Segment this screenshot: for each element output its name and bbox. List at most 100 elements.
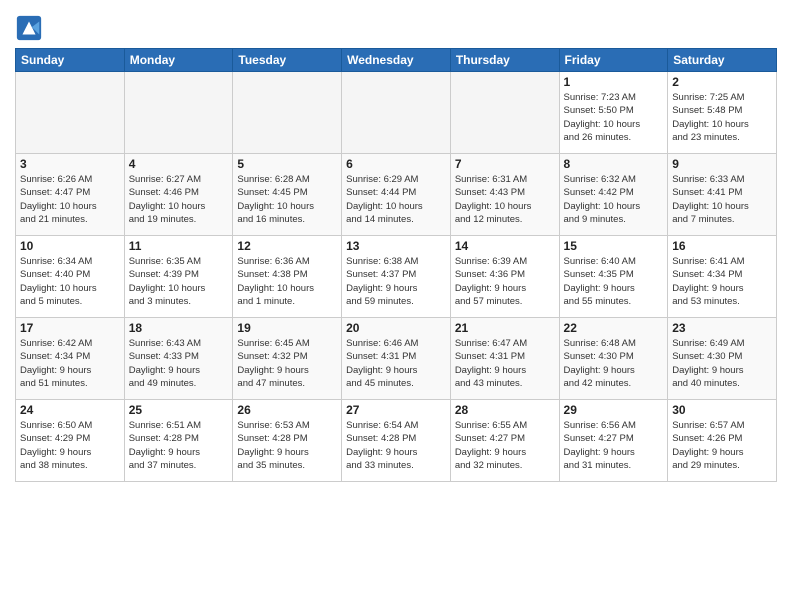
calendar-cell: 24 Sunrise: 6:50 AM Sunset: 4:29 PM Dayli… <box>16 400 125 482</box>
day-info: Sunrise: 6:45 AM Sunset: 4:32 PM Dayligh… <box>237 337 337 390</box>
calendar-cell: 14 Sunrise: 6:39 AM Sunset: 4:36 PM Dayli… <box>450 236 559 318</box>
day-info: Sunrise: 6:54 AM Sunset: 4:28 PM Dayligh… <box>346 419 446 472</box>
page: SundayMondayTuesdayWednesdayThursdayFrid… <box>0 0 792 612</box>
calendar-cell: 9 Sunrise: 6:33 AM Sunset: 4:41 PM Daylig… <box>668 154 777 236</box>
day-number: 21 <box>455 321 555 335</box>
calendar-cell: 11 Sunrise: 6:35 AM Sunset: 4:39 PM Dayli… <box>124 236 233 318</box>
calendar-cell: 18 Sunrise: 6:43 AM Sunset: 4:33 PM Dayli… <box>124 318 233 400</box>
day-number: 27 <box>346 403 446 417</box>
day-number: 11 <box>129 239 229 253</box>
day-info: Sunrise: 6:42 AM Sunset: 4:34 PM Dayligh… <box>20 337 120 390</box>
day-number: 18 <box>129 321 229 335</box>
day-number: 5 <box>237 157 337 171</box>
calendar-cell: 4 Sunrise: 6:27 AM Sunset: 4:46 PM Daylig… <box>124 154 233 236</box>
day-number: 16 <box>672 239 772 253</box>
calendar-cell: 29 Sunrise: 6:56 AM Sunset: 4:27 PM Dayli… <box>559 400 668 482</box>
logo <box>15 14 47 42</box>
calendar-cell <box>450 72 559 154</box>
day-info: Sunrise: 6:34 AM Sunset: 4:40 PM Dayligh… <box>20 255 120 308</box>
calendar-cell: 17 Sunrise: 6:42 AM Sunset: 4:34 PM Dayli… <box>16 318 125 400</box>
day-info: Sunrise: 6:47 AM Sunset: 4:31 PM Dayligh… <box>455 337 555 390</box>
day-info: Sunrise: 6:40 AM Sunset: 4:35 PM Dayligh… <box>564 255 664 308</box>
day-info: Sunrise: 6:46 AM Sunset: 4:31 PM Dayligh… <box>346 337 446 390</box>
day-number: 14 <box>455 239 555 253</box>
calendar-cell: 27 Sunrise: 6:54 AM Sunset: 4:28 PM Dayli… <box>342 400 451 482</box>
calendar-cell: 20 Sunrise: 6:46 AM Sunset: 4:31 PM Dayli… <box>342 318 451 400</box>
day-info: Sunrise: 7:23 AM Sunset: 5:50 PM Dayligh… <box>564 91 664 144</box>
weekday-sunday: Sunday <box>16 49 125 72</box>
day-info: Sunrise: 6:28 AM Sunset: 4:45 PM Dayligh… <box>237 173 337 226</box>
calendar-cell: 2 Sunrise: 7:25 AM Sunset: 5:48 PM Daylig… <box>668 72 777 154</box>
day-number: 20 <box>346 321 446 335</box>
day-info: Sunrise: 6:26 AM Sunset: 4:47 PM Dayligh… <box>20 173 120 226</box>
day-info: Sunrise: 6:57 AM Sunset: 4:26 PM Dayligh… <box>672 419 772 472</box>
day-number: 13 <box>346 239 446 253</box>
day-info: Sunrise: 6:38 AM Sunset: 4:37 PM Dayligh… <box>346 255 446 308</box>
day-number: 22 <box>564 321 664 335</box>
day-number: 23 <box>672 321 772 335</box>
day-number: 12 <box>237 239 337 253</box>
day-number: 9 <box>672 157 772 171</box>
calendar-cell: 21 Sunrise: 6:47 AM Sunset: 4:31 PM Dayli… <box>450 318 559 400</box>
week-row-5: 24 Sunrise: 6:50 AM Sunset: 4:29 PM Dayli… <box>16 400 777 482</box>
day-info: Sunrise: 6:32 AM Sunset: 4:42 PM Dayligh… <box>564 173 664 226</box>
day-info: Sunrise: 6:31 AM Sunset: 4:43 PM Dayligh… <box>455 173 555 226</box>
calendar-cell: 1 Sunrise: 7:23 AM Sunset: 5:50 PM Daylig… <box>559 72 668 154</box>
day-number: 2 <box>672 75 772 89</box>
day-info: Sunrise: 6:53 AM Sunset: 4:28 PM Dayligh… <box>237 419 337 472</box>
calendar-cell: 22 Sunrise: 6:48 AM Sunset: 4:30 PM Dayli… <box>559 318 668 400</box>
weekday-header-row: SundayMondayTuesdayWednesdayThursdayFrid… <box>16 49 777 72</box>
week-row-1: 1 Sunrise: 7:23 AM Sunset: 5:50 PM Daylig… <box>16 72 777 154</box>
day-number: 6 <box>346 157 446 171</box>
week-row-4: 17 Sunrise: 6:42 AM Sunset: 4:34 PM Dayli… <box>16 318 777 400</box>
day-number: 19 <box>237 321 337 335</box>
day-number: 3 <box>20 157 120 171</box>
day-info: Sunrise: 6:49 AM Sunset: 4:30 PM Dayligh… <box>672 337 772 390</box>
week-row-2: 3 Sunrise: 6:26 AM Sunset: 4:47 PM Daylig… <box>16 154 777 236</box>
calendar-cell: 28Sunrise: 6:55 AM Sunset: 4:27 PM Dayli… <box>450 400 559 482</box>
day-number: 29 <box>564 403 664 417</box>
day-number: 1 <box>564 75 664 89</box>
day-info: Sunrise: 6:48 AM Sunset: 4:30 PM Dayligh… <box>564 337 664 390</box>
calendar-cell <box>16 72 125 154</box>
day-number: 15 <box>564 239 664 253</box>
header <box>15 10 777 42</box>
calendar-cell: 19 Sunrise: 6:45 AM Sunset: 4:32 PM Dayli… <box>233 318 342 400</box>
day-number: 30 <box>672 403 772 417</box>
weekday-friday: Friday <box>559 49 668 72</box>
day-number: 8 <box>564 157 664 171</box>
day-info: Sunrise: 6:35 AM Sunset: 4:39 PM Dayligh… <box>129 255 229 308</box>
day-info: Sunrise: 6:39 AM Sunset: 4:36 PM Dayligh… <box>455 255 555 308</box>
day-number: 4 <box>129 157 229 171</box>
day-number: 26 <box>237 403 337 417</box>
day-info: Sunrise: 6:43 AM Sunset: 4:33 PM Dayligh… <box>129 337 229 390</box>
day-info: Sunrise: 6:51 AM Sunset: 4:28 PM Dayligh… <box>129 419 229 472</box>
logo-icon <box>15 14 43 42</box>
day-info: Sunrise: 6:56 AM Sunset: 4:27 PM Dayligh… <box>564 419 664 472</box>
day-info: Sunrise: 6:55 AM Sunset: 4:27 PM Dayligh… <box>455 419 555 472</box>
day-number: 25 <box>129 403 229 417</box>
calendar-cell: 6 Sunrise: 6:29 AM Sunset: 4:44 PM Daylig… <box>342 154 451 236</box>
day-info: Sunrise: 6:41 AM Sunset: 4:34 PM Dayligh… <box>672 255 772 308</box>
weekday-thursday: Thursday <box>450 49 559 72</box>
calendar-cell: 23 Sunrise: 6:49 AM Sunset: 4:30 PM Dayli… <box>668 318 777 400</box>
calendar-cell: 10Sunrise: 6:34 AM Sunset: 4:40 PM Dayli… <box>16 236 125 318</box>
day-info: Sunrise: 6:50 AM Sunset: 4:29 PM Dayligh… <box>20 419 120 472</box>
day-info: Sunrise: 6:33 AM Sunset: 4:41 PM Dayligh… <box>672 173 772 226</box>
calendar-cell <box>233 72 342 154</box>
day-info: Sunrise: 6:27 AM Sunset: 4:46 PM Dayligh… <box>129 173 229 226</box>
calendar-cell: 5 Sunrise: 6:28 AM Sunset: 4:45 PM Daylig… <box>233 154 342 236</box>
calendar: SundayMondayTuesdayWednesdayThursdayFrid… <box>15 48 777 482</box>
day-number: 17 <box>20 321 120 335</box>
calendar-cell: 13 Sunrise: 6:38 AM Sunset: 4:37 PM Dayli… <box>342 236 451 318</box>
weekday-monday: Monday <box>124 49 233 72</box>
day-number: 24 <box>20 403 120 417</box>
calendar-cell: 16 Sunrise: 6:41 AM Sunset: 4:34 PM Dayli… <box>668 236 777 318</box>
weekday-tuesday: Tuesday <box>233 49 342 72</box>
calendar-cell: 7Sunrise: 6:31 AM Sunset: 4:43 PM Daylig… <box>450 154 559 236</box>
calendar-cell <box>124 72 233 154</box>
day-info: Sunrise: 7:25 AM Sunset: 5:48 PM Dayligh… <box>672 91 772 144</box>
day-info: Sunrise: 6:36 AM Sunset: 4:38 PM Dayligh… <box>237 255 337 308</box>
calendar-cell: 25 Sunrise: 6:51 AM Sunset: 4:28 PM Dayli… <box>124 400 233 482</box>
day-info: Sunrise: 6:29 AM Sunset: 4:44 PM Dayligh… <box>346 173 446 226</box>
